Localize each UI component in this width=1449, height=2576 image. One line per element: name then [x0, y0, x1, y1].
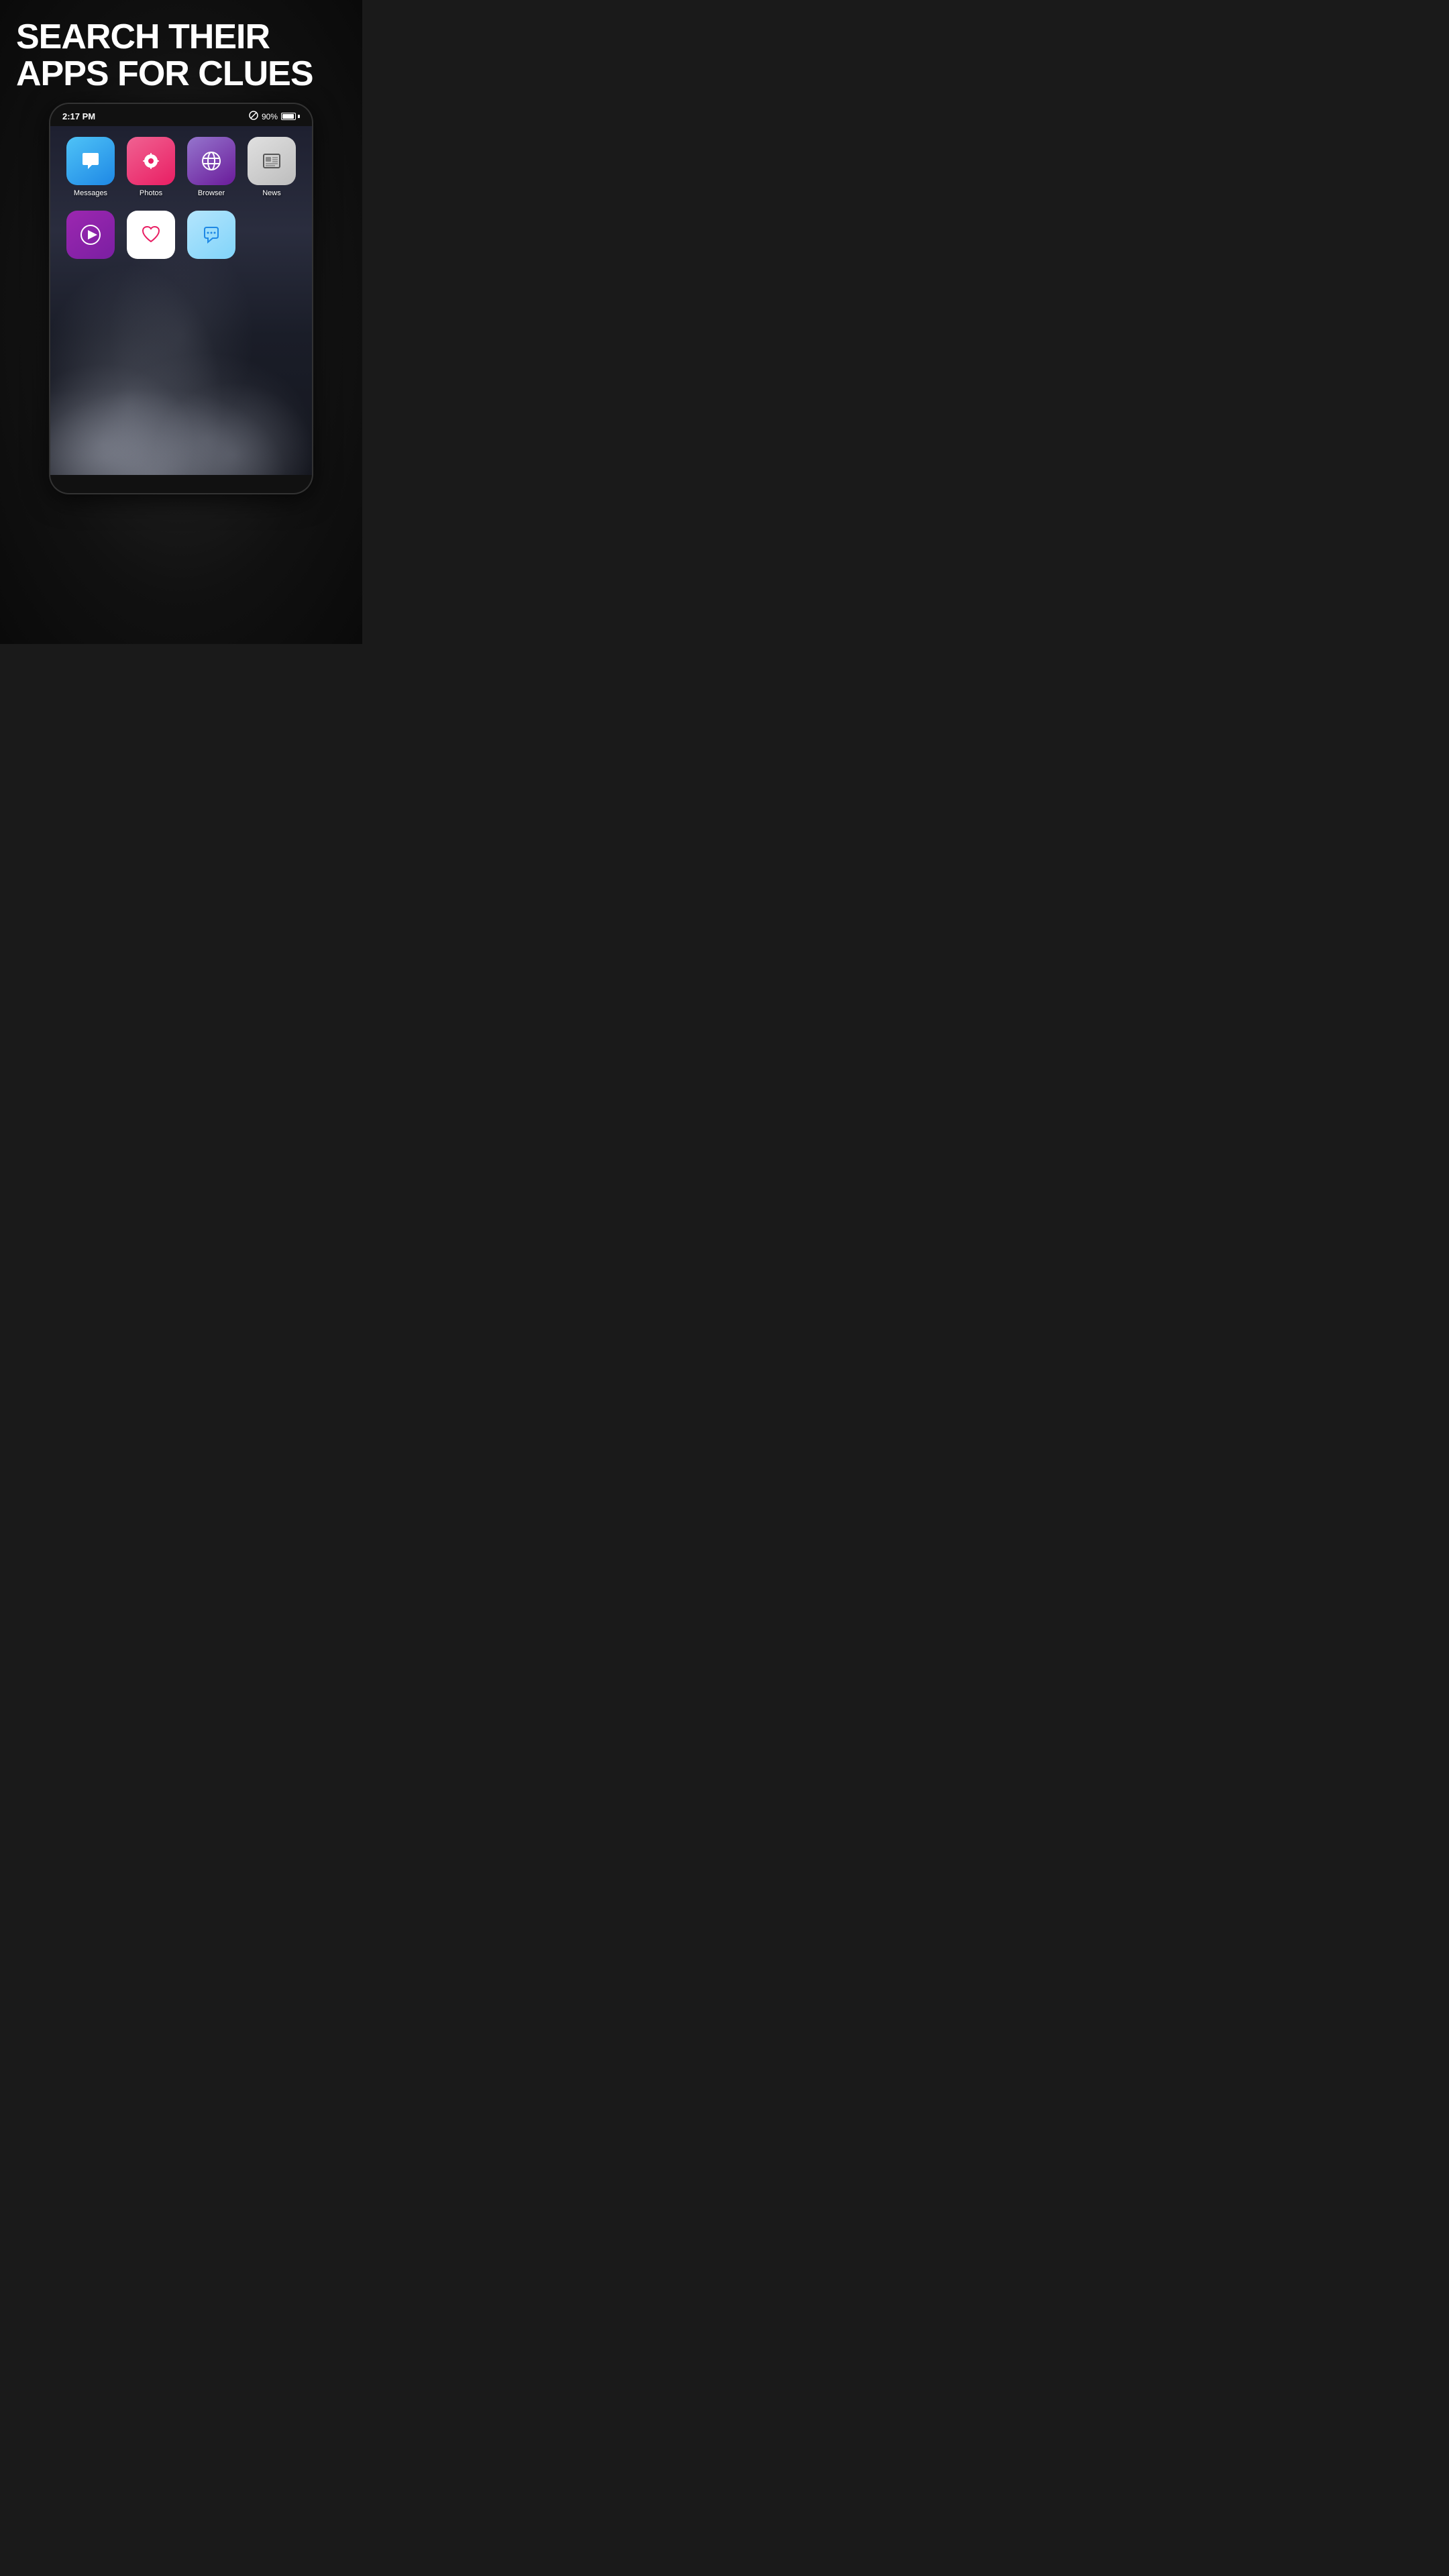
- status-bar: 2:17 PM 90%: [50, 104, 312, 126]
- no-disturb-icon: [249, 111, 258, 122]
- app-browser[interactable]: Browser: [184, 137, 238, 197]
- messages-label: Messages: [74, 189, 107, 197]
- interflix-icon: [66, 211, 115, 259]
- empty-icon: [248, 211, 296, 259]
- battery-icon: [281, 113, 300, 120]
- headline: SEARCH THEIR APPS FOR CLUES: [0, 0, 362, 104]
- apps-row1: Messages Photos: [50, 126, 312, 211]
- lovebook-icon: [127, 211, 175, 259]
- news-label: News: [262, 189, 281, 197]
- browser-icon: [187, 137, 235, 185]
- browser-label: Browser: [198, 189, 225, 197]
- app-messages[interactable]: Messages: [64, 137, 117, 197]
- phone-frame: 2:17 PM 90%: [50, 104, 312, 493]
- messages-icon: [66, 137, 115, 185]
- news-icon: [248, 137, 296, 185]
- status-right: 90%: [249, 111, 300, 122]
- chat-icon: [187, 211, 235, 259]
- photos-icon: [127, 137, 175, 185]
- status-time: 2:17 PM: [62, 111, 95, 121]
- app-news[interactable]: News: [245, 137, 299, 197]
- battery-percent: 90%: [262, 112, 278, 121]
- photos-label: Photos: [140, 189, 162, 197]
- app-photos[interactable]: Photos: [124, 137, 178, 197]
- phone-wallpaper: Messages Photos: [50, 126, 312, 475]
